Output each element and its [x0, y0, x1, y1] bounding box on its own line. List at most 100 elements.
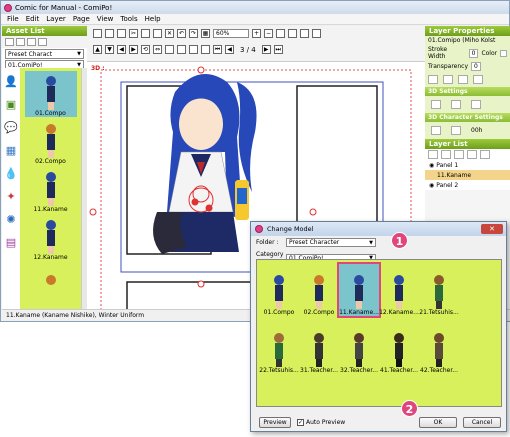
handle-left[interactable]: [89, 208, 97, 216]
zoom-select[interactable]: 60%: [213, 29, 249, 38]
model-item[interactable]: 31.Teacher...: [299, 322, 339, 374]
menu-view[interactable]: View: [97, 15, 114, 23]
asset-thumb[interactable]: 01.Compo: [24, 71, 77, 117]
model-item[interactable]: 21.Tetsuhis...: [419, 264, 459, 316]
menu-file[interactable]: File: [7, 15, 19, 23]
model-item[interactable]: 11.Kaname...: [337, 262, 381, 318]
model-item[interactable]: 22.Tetsuhis...: [259, 322, 299, 374]
grid-icon[interactable]: ▦: [201, 29, 210, 38]
trash-icon[interactable]: [480, 150, 490, 159]
symbol-category-icon[interactable]: ✦: [4, 186, 18, 206]
open-icon[interactable]: [105, 29, 114, 38]
cut-icon[interactable]: ✂: [129, 29, 138, 38]
move-left-icon[interactable]: ◀: [117, 45, 126, 54]
delete-icon[interactable]: ✕: [165, 29, 174, 38]
view-icon[interactable]: [288, 29, 297, 38]
folder-select[interactable]: Preset Character ▼: [286, 238, 376, 247]
last-page-icon[interactable]: ⏭: [273, 45, 283, 54]
asset-thumb[interactable]: [25, 263, 77, 289]
move-down-icon[interactable]: ▼: [105, 45, 114, 54]
menu-tools[interactable]: Tools: [120, 15, 137, 23]
handle-top[interactable]: [197, 66, 205, 74]
zoom-in-icon[interactable]: +: [252, 29, 261, 38]
character-value[interactable]: 00h: [471, 127, 482, 134]
palette-icon[interactable]: [473, 75, 483, 84]
asset-thumb[interactable]: 02.Compo: [25, 119, 77, 165]
eye-icon[interactable]: ◉: [429, 182, 434, 189]
close-icon[interactable]: ✕: [481, 224, 503, 234]
redo-icon[interactable]: ↷: [189, 29, 198, 38]
model-item[interactable]: 12.Kaname...: [379, 264, 419, 316]
asset-tool-4-icon[interactable]: [38, 38, 47, 46]
move-3d-icon[interactable]: [451, 100, 461, 109]
next-page-icon[interactable]: ▶: [261, 45, 271, 54]
asset-tool-3-icon[interactable]: [27, 38, 36, 46]
kaname-character[interactable]: [153, 74, 257, 254]
first-page-icon[interactable]: ⏮: [213, 45, 222, 54]
ok-button[interactable]: OK: [419, 417, 457, 428]
expression-icon[interactable]: [451, 126, 461, 135]
menu-help[interactable]: Help: [145, 15, 161, 23]
handle-right[interactable]: [309, 208, 317, 216]
balloon-category-icon[interactable]: 💬: [4, 117, 18, 137]
bring-front-icon[interactable]: [165, 45, 174, 54]
asset-tool-1-icon[interactable]: [5, 38, 14, 46]
copy-icon[interactable]: [141, 29, 150, 38]
render-icon[interactable]: [312, 29, 321, 38]
eye-icon[interactable]: [428, 75, 438, 84]
menu-edit[interactable]: Edit: [26, 15, 40, 23]
image-icon[interactable]: [458, 75, 468, 84]
menu-layer[interactable]: Layer: [46, 15, 66, 23]
preview-button[interactable]: Preview: [259, 417, 291, 428]
lock-icon[interactable]: [201, 45, 210, 54]
layer-item[interactable]: 11.Kaname: [425, 170, 510, 180]
asset-tool-2-icon[interactable]: [16, 38, 25, 46]
brush-icon[interactable]: [443, 75, 453, 84]
move-up-icon[interactable]: ▲: [93, 45, 102, 54]
layer-bottom-icon[interactable]: [467, 150, 477, 159]
layer-name-field[interactable]: 01.Comipo (Miho Kolst: [425, 36, 510, 45]
new-icon[interactable]: [93, 29, 102, 38]
layer-item[interactable]: ◉ Panel 1: [425, 160, 510, 170]
pose-icon[interactable]: [431, 126, 441, 135]
frame-icon[interactable]: [300, 29, 309, 38]
fit-icon[interactable]: [276, 29, 285, 38]
model-item[interactable]: 02.Compo: [299, 264, 339, 316]
flip-icon[interactable]: ⇔: [153, 45, 162, 54]
color-swatch[interactable]: [500, 49, 507, 57]
asset-thumb[interactable]: 12.Kaname: [25, 215, 77, 261]
save-icon[interactable]: [117, 29, 126, 38]
frame-category-icon[interactable]: ▤: [4, 232, 18, 252]
auto-preview-checkbox[interactable]: ✓ Auto Preview: [297, 419, 345, 426]
rotate-icon[interactable]: ⟲: [141, 45, 150, 54]
zoom-out-icon[interactable]: −: [264, 29, 273, 38]
stroke-width-value[interactable]: 0: [468, 48, 479, 58]
background-category-icon[interactable]: ▦: [4, 140, 18, 160]
align-icon[interactable]: [189, 45, 198, 54]
cube-category-icon[interactable]: ▣: [4, 94, 18, 114]
handle-bottom[interactable]: [197, 280, 205, 288]
tone-category-icon[interactable]: ✺: [4, 209, 18, 229]
menu-page[interactable]: Page: [73, 15, 90, 23]
character-category-icon[interactable]: 👤: [4, 71, 18, 91]
layer-top-icon[interactable]: [454, 150, 464, 159]
layer-item[interactable]: ◉ Panel 2: [425, 180, 510, 190]
asset-thumb[interactable]: 11.Kaname: [25, 167, 77, 213]
cancel-button[interactable]: Cancel: [463, 417, 501, 428]
prev-page-icon[interactable]: ◀: [225, 45, 234, 54]
model-item[interactable]: 32.Teacher...: [339, 322, 379, 374]
model-item[interactable]: 41.Teacher...: [379, 322, 419, 374]
layer-down-icon[interactable]: [441, 150, 451, 159]
send-back-icon[interactable]: [177, 45, 186, 54]
undo-icon[interactable]: ↶: [177, 29, 186, 38]
eye-icon[interactable]: ◉: [429, 162, 434, 169]
asset-folder-select[interactable]: Preset Charact ▼: [5, 49, 84, 59]
transparency-value[interactable]: 0: [471, 62, 481, 71]
model-item[interactable]: 01.Compo: [259, 264, 299, 316]
effect-category-icon[interactable]: 💧: [4, 163, 18, 183]
layer-up-icon[interactable]: [428, 150, 438, 159]
model-item[interactable]: 42.Teacher...: [419, 322, 459, 374]
camera-icon[interactable]: [471, 100, 481, 109]
move-right-icon[interactable]: ▶: [129, 45, 138, 54]
paste-icon[interactable]: [153, 29, 162, 38]
